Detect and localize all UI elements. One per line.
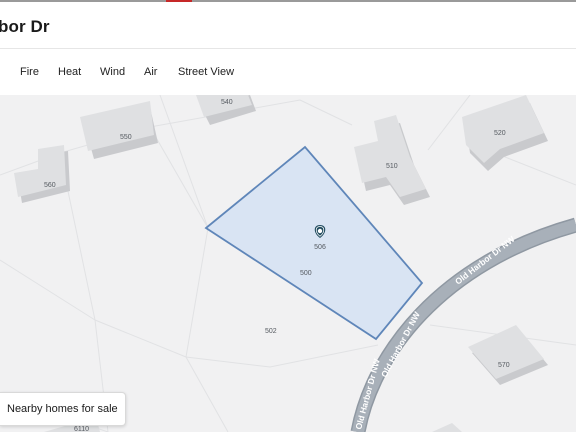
label-pin-506: 506 <box>314 244 326 251</box>
tab-street-view[interactable]: Street View <box>178 66 234 78</box>
label-500: 500 <box>300 270 312 277</box>
label-560: 560 <box>44 182 56 189</box>
parcel-map[interactable]: 540 550 560 510 520 506 500 502 570 6110… <box>0 95 576 432</box>
label-540: 540 <box>221 99 233 106</box>
map-canvas: 540 550 560 510 520 506 500 502 570 6110… <box>0 95 576 432</box>
tab-heat[interactable]: Heat <box>58 66 81 78</box>
nearby-homes-button[interactable]: Nearby homes for sale <box>0 392 126 426</box>
label-570: 570 <box>498 362 510 369</box>
page-title: bor Dr <box>0 17 50 36</box>
tab-wind[interactable]: Wind <box>100 66 125 78</box>
street-label-a: Old Harbor Dr NW <box>453 233 517 286</box>
building-corner <box>432 423 462 432</box>
label-520: 520 <box>494 130 506 137</box>
tab-fire[interactable]: Fire <box>20 66 39 78</box>
label-6110: 6110 <box>74 426 89 432</box>
tab-air[interactable]: Air <box>144 66 157 78</box>
header: bor Dr <box>0 2 576 49</box>
label-550: 550 <box>120 134 132 141</box>
layer-tabs: Fire Heat Wind Air Street View <box>0 49 576 95</box>
label-510: 510 <box>386 163 398 170</box>
label-502: 502 <box>265 328 277 335</box>
